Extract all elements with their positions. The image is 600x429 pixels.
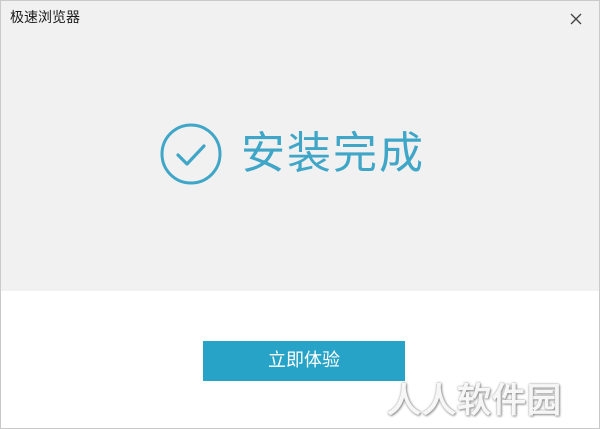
install-complete-row: 安装完成 [159, 121, 425, 187]
install-complete-message: 安装完成 [241, 128, 425, 179]
installer-window: 极速浏览器 安装完成 立即体验 人人软件园 [0, 0, 600, 429]
check-circle-icon [159, 122, 223, 186]
start-experience-button[interactable]: 立即体验 [203, 341, 405, 381]
window-title: 极速浏览器 [10, 10, 80, 26]
close-button[interactable] [561, 5, 591, 33]
watermark: 人人软件园 [387, 381, 562, 421]
close-icon [570, 13, 582, 25]
